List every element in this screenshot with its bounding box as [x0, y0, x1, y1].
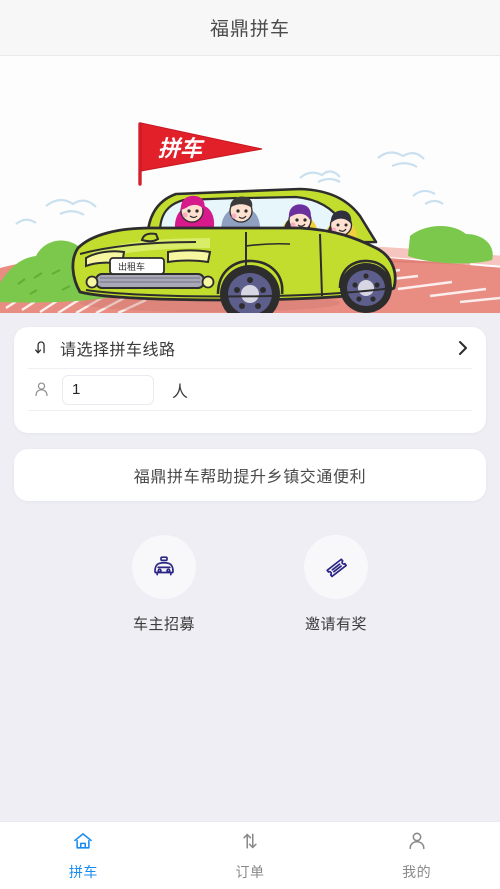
passenger-unit-label: 人: [172, 383, 189, 401]
app-header: 福鼎拼车: [0, 0, 500, 56]
tab-carpool[interactable]: 拼车: [0, 822, 167, 889]
tab-carpool-label: 拼车: [68, 863, 98, 880]
promo-banner-text: 福鼎拼车帮助提升乡镇交通便利: [133, 469, 367, 486]
route-select-label: 请选择拼车线路: [60, 341, 176, 359]
hero-banner: 拼车 出租车: [0, 56, 500, 313]
tab-profile[interactable]: 我的: [333, 822, 500, 889]
home-icon: [72, 830, 94, 857]
order-arrows-icon: [239, 830, 261, 857]
tab-profile-label: 我的: [402, 863, 432, 880]
bottom-tab-bar: 拼车 订单 我的: [0, 821, 500, 889]
entry-invite-reward-label: 邀请有奖: [304, 616, 367, 633]
quick-entries: 车主招募 邀请有奖: [0, 535, 500, 634]
flag-text: 拼车: [158, 136, 205, 162]
license-plate-text: 出租车: [118, 261, 145, 273]
route-swap-icon: [28, 339, 54, 356]
route-select-row[interactable]: 请选择拼车线路: [28, 327, 472, 369]
carpool-form-card: 请选择拼车线路 人: [14, 327, 486, 433]
person-icon: [28, 381, 54, 398]
ticket-icon: [304, 535, 368, 599]
carpool-illustration-svg: 拼车 出租车: [0, 56, 500, 313]
user-icon: [406, 830, 428, 857]
entry-driver-recruit[interactable]: 车主招募: [121, 535, 207, 634]
passenger-count-input[interactable]: [62, 374, 154, 405]
entry-driver-recruit-label: 车主招募: [132, 616, 195, 633]
taxi-icon: [132, 535, 196, 599]
passenger-count-row[interactable]: 人: [28, 369, 472, 411]
entry-invite-reward[interactable]: 邀请有奖: [293, 535, 379, 634]
hidden-placeholder-row: [28, 411, 472, 433]
page-title: 福鼎拼车: [209, 19, 290, 40]
tab-orders-label: 订单: [235, 863, 265, 880]
promo-banner-card[interactable]: 福鼎拼车帮助提升乡镇交通便利: [14, 449, 486, 501]
chevron-right-icon[interactable]: [454, 340, 472, 356]
tab-orders[interactable]: 订单: [167, 822, 334, 889]
